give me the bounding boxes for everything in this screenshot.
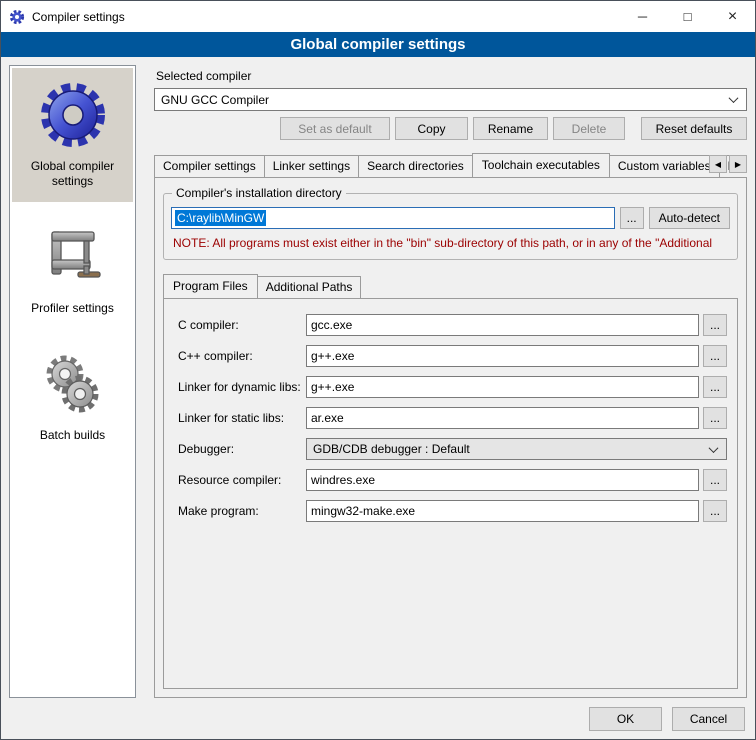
dialog-header: Global compiler settings <box>1 32 755 57</box>
minimize-button[interactable]: ─ <box>620 1 665 32</box>
cpp-compiler-label: C++ compiler: <box>178 349 306 363</box>
sidebar-item-label: Profiler settings <box>31 301 114 316</box>
field-row: C compiler: ... <box>178 314 727 336</box>
cancel-button[interactable]: Cancel <box>672 707 745 731</box>
dialog-footer: OK Cancel <box>1 698 755 739</box>
sidebar-item-batch-builds[interactable]: Batch builds <box>12 337 133 456</box>
tab-search-directories[interactable]: Search directories <box>358 155 473 177</box>
field-row: Make program: ... <box>178 500 727 522</box>
tab-compiler-settings[interactable]: Compiler settings <box>154 155 265 177</box>
ok-button[interactable]: OK <box>589 707 662 731</box>
settings-tabstrip: Compiler settings Linker settings Search… <box>154 153 747 178</box>
resource-compiler-input[interactable] <box>306 469 699 491</box>
linker-static-browse-button[interactable]: ... <box>703 407 727 429</box>
chevron-down-icon <box>729 93 739 103</box>
close-button[interactable]: × <box>710 1 755 32</box>
chevron-down-icon <box>709 443 719 453</box>
rename-button[interactable]: Rename <box>473 117 548 140</box>
program-files-tabstrip: Program Files Additional Paths <box>163 274 738 299</box>
sidebar-item-label: Batch builds <box>40 428 105 443</box>
maximize-button[interactable]: □ <box>665 1 710 32</box>
main-panel: Selected compiler GNU GCC Compiler Set a… <box>148 65 747 698</box>
cpp-compiler-browse-button[interactable]: ... <box>703 345 727 367</box>
note-text: NOTE: All programs must exist either in … <box>173 236 730 250</box>
tab-program-files[interactable]: Program Files <box>163 274 258 299</box>
window-titlebar: Compiler settings ─ □ × <box>1 1 755 32</box>
sidebar-item-label: Global compiler settings <box>15 159 130 189</box>
linker-static-label: Linker for static libs: <box>178 411 306 425</box>
tab-scroll-left-button[interactable]: ◀ <box>709 155 727 173</box>
compiler-combobox[interactable]: GNU GCC Compiler <box>154 88 747 111</box>
app-icon <box>9 9 25 25</box>
c-compiler-input[interactable] <box>306 314 699 336</box>
linker-dynamic-browse-button[interactable]: ... <box>703 376 727 398</box>
clamp-icon <box>38 222 108 292</box>
linker-dynamic-label: Linker for dynamic libs: <box>178 380 306 394</box>
field-row: Resource compiler: ... <box>178 469 727 491</box>
selected-compiler-label: Selected compiler <box>156 69 747 83</box>
make-program-input[interactable] <box>306 500 699 522</box>
program-files-panel: C compiler: ... C++ compiler: ... Linker… <box>163 299 738 689</box>
auto-detect-button[interactable]: Auto-detect <box>649 207 730 229</box>
toolchain-executables-panel: Compiler's installation directory C:\ray… <box>154 178 747 698</box>
sidebar-item-global-compiler-settings[interactable]: Global compiler settings <box>12 68 133 202</box>
installation-directory-group-title: Compiler's installation directory <box>172 186 346 200</box>
compiler-actions: Set as default Copy Rename Delete Reset … <box>154 117 747 140</box>
tab-custom-variables[interactable]: Custom variables <box>609 155 720 177</box>
compiler-combobox-value: GNU GCC Compiler <box>161 93 724 107</box>
set-as-default-button[interactable]: Set as default <box>280 117 390 140</box>
settings-sidebar: Global compiler settings <box>9 65 136 698</box>
sidebar-item-profiler-settings[interactable]: Profiler settings <box>12 210 133 329</box>
make-program-label: Make program: <box>178 504 306 518</box>
blue-gear-icon <box>38 80 108 150</box>
selected-text: C:\raylib\MinGW <box>175 210 266 226</box>
installation-directory-input[interactable]: C:\raylib\MinGW <box>171 207 615 229</box>
tab-scroll-right-button[interactable]: ▶ <box>729 155 747 173</box>
linker-static-input[interactable] <box>306 407 699 429</box>
c-compiler-label: C compiler: <box>178 318 306 332</box>
field-row: Debugger: GDB/CDB debugger : Default <box>178 438 727 460</box>
compiler-settings-dialog: Compiler settings ─ □ × Global compiler … <box>0 0 756 740</box>
debugger-label: Debugger: <box>178 442 306 456</box>
c-compiler-browse-button[interactable]: ... <box>703 314 727 336</box>
copy-button[interactable]: Copy <box>395 117 468 140</box>
cpp-compiler-input[interactable] <box>306 345 699 367</box>
tab-additional-paths[interactable]: Additional Paths <box>257 276 362 298</box>
linker-dynamic-input[interactable] <box>306 376 699 398</box>
browse-directory-button[interactable]: ... <box>620 207 644 229</box>
debugger-combobox[interactable]: GDB/CDB debugger : Default <box>306 438 727 460</box>
resource-compiler-browse-button[interactable]: ... <box>703 469 727 491</box>
resource-compiler-label: Resource compiler: <box>178 473 306 487</box>
reset-defaults-button[interactable]: Reset defaults <box>641 117 747 140</box>
installation-directory-group: Compiler's installation directory C:\ray… <box>163 193 738 260</box>
field-row: C++ compiler: ... <box>178 345 727 367</box>
gray-gears-icon <box>38 349 108 419</box>
delete-button[interactable]: Delete <box>553 117 625 140</box>
debugger-combobox-value: GDB/CDB debugger : Default <box>313 442 704 456</box>
field-row: Linker for static libs: ... <box>178 407 727 429</box>
field-row: Linker for dynamic libs: ... <box>178 376 727 398</box>
window-title: Compiler settings <box>32 10 125 24</box>
tab-toolchain-executables[interactable]: Toolchain executables <box>472 153 610 178</box>
tab-linker-settings[interactable]: Linker settings <box>264 155 359 177</box>
make-program-browse-button[interactable]: ... <box>703 500 727 522</box>
